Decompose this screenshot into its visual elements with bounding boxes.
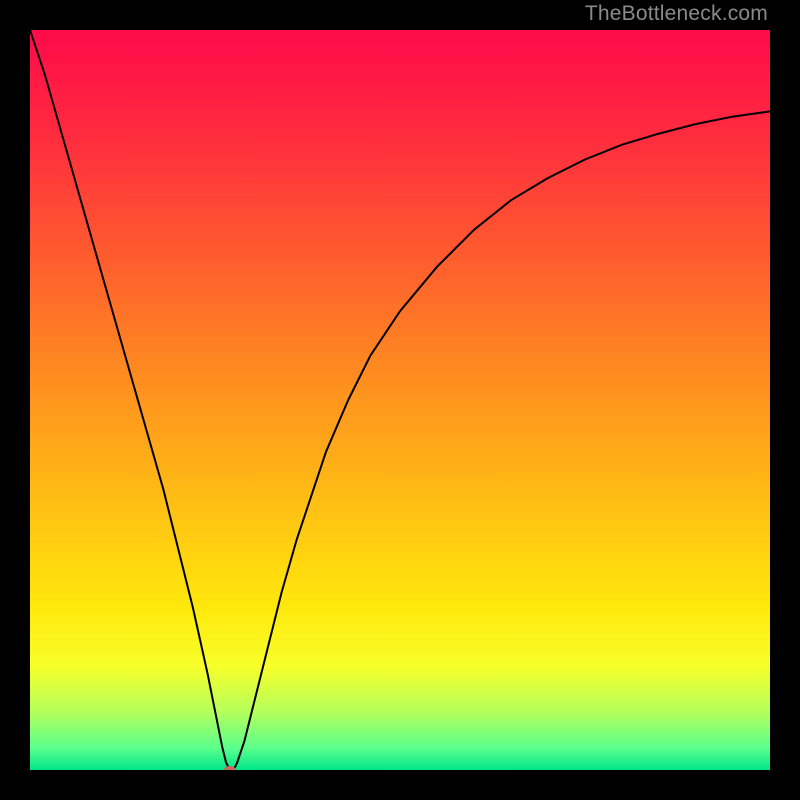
curve-layer [30,30,770,770]
watermark-text: TheBottleneck.com [585,2,768,26]
chart-frame: TheBottleneck.com [0,0,800,800]
bottleneck-curve [30,30,770,770]
minimum-marker [224,766,236,770]
plot-area [30,30,770,770]
